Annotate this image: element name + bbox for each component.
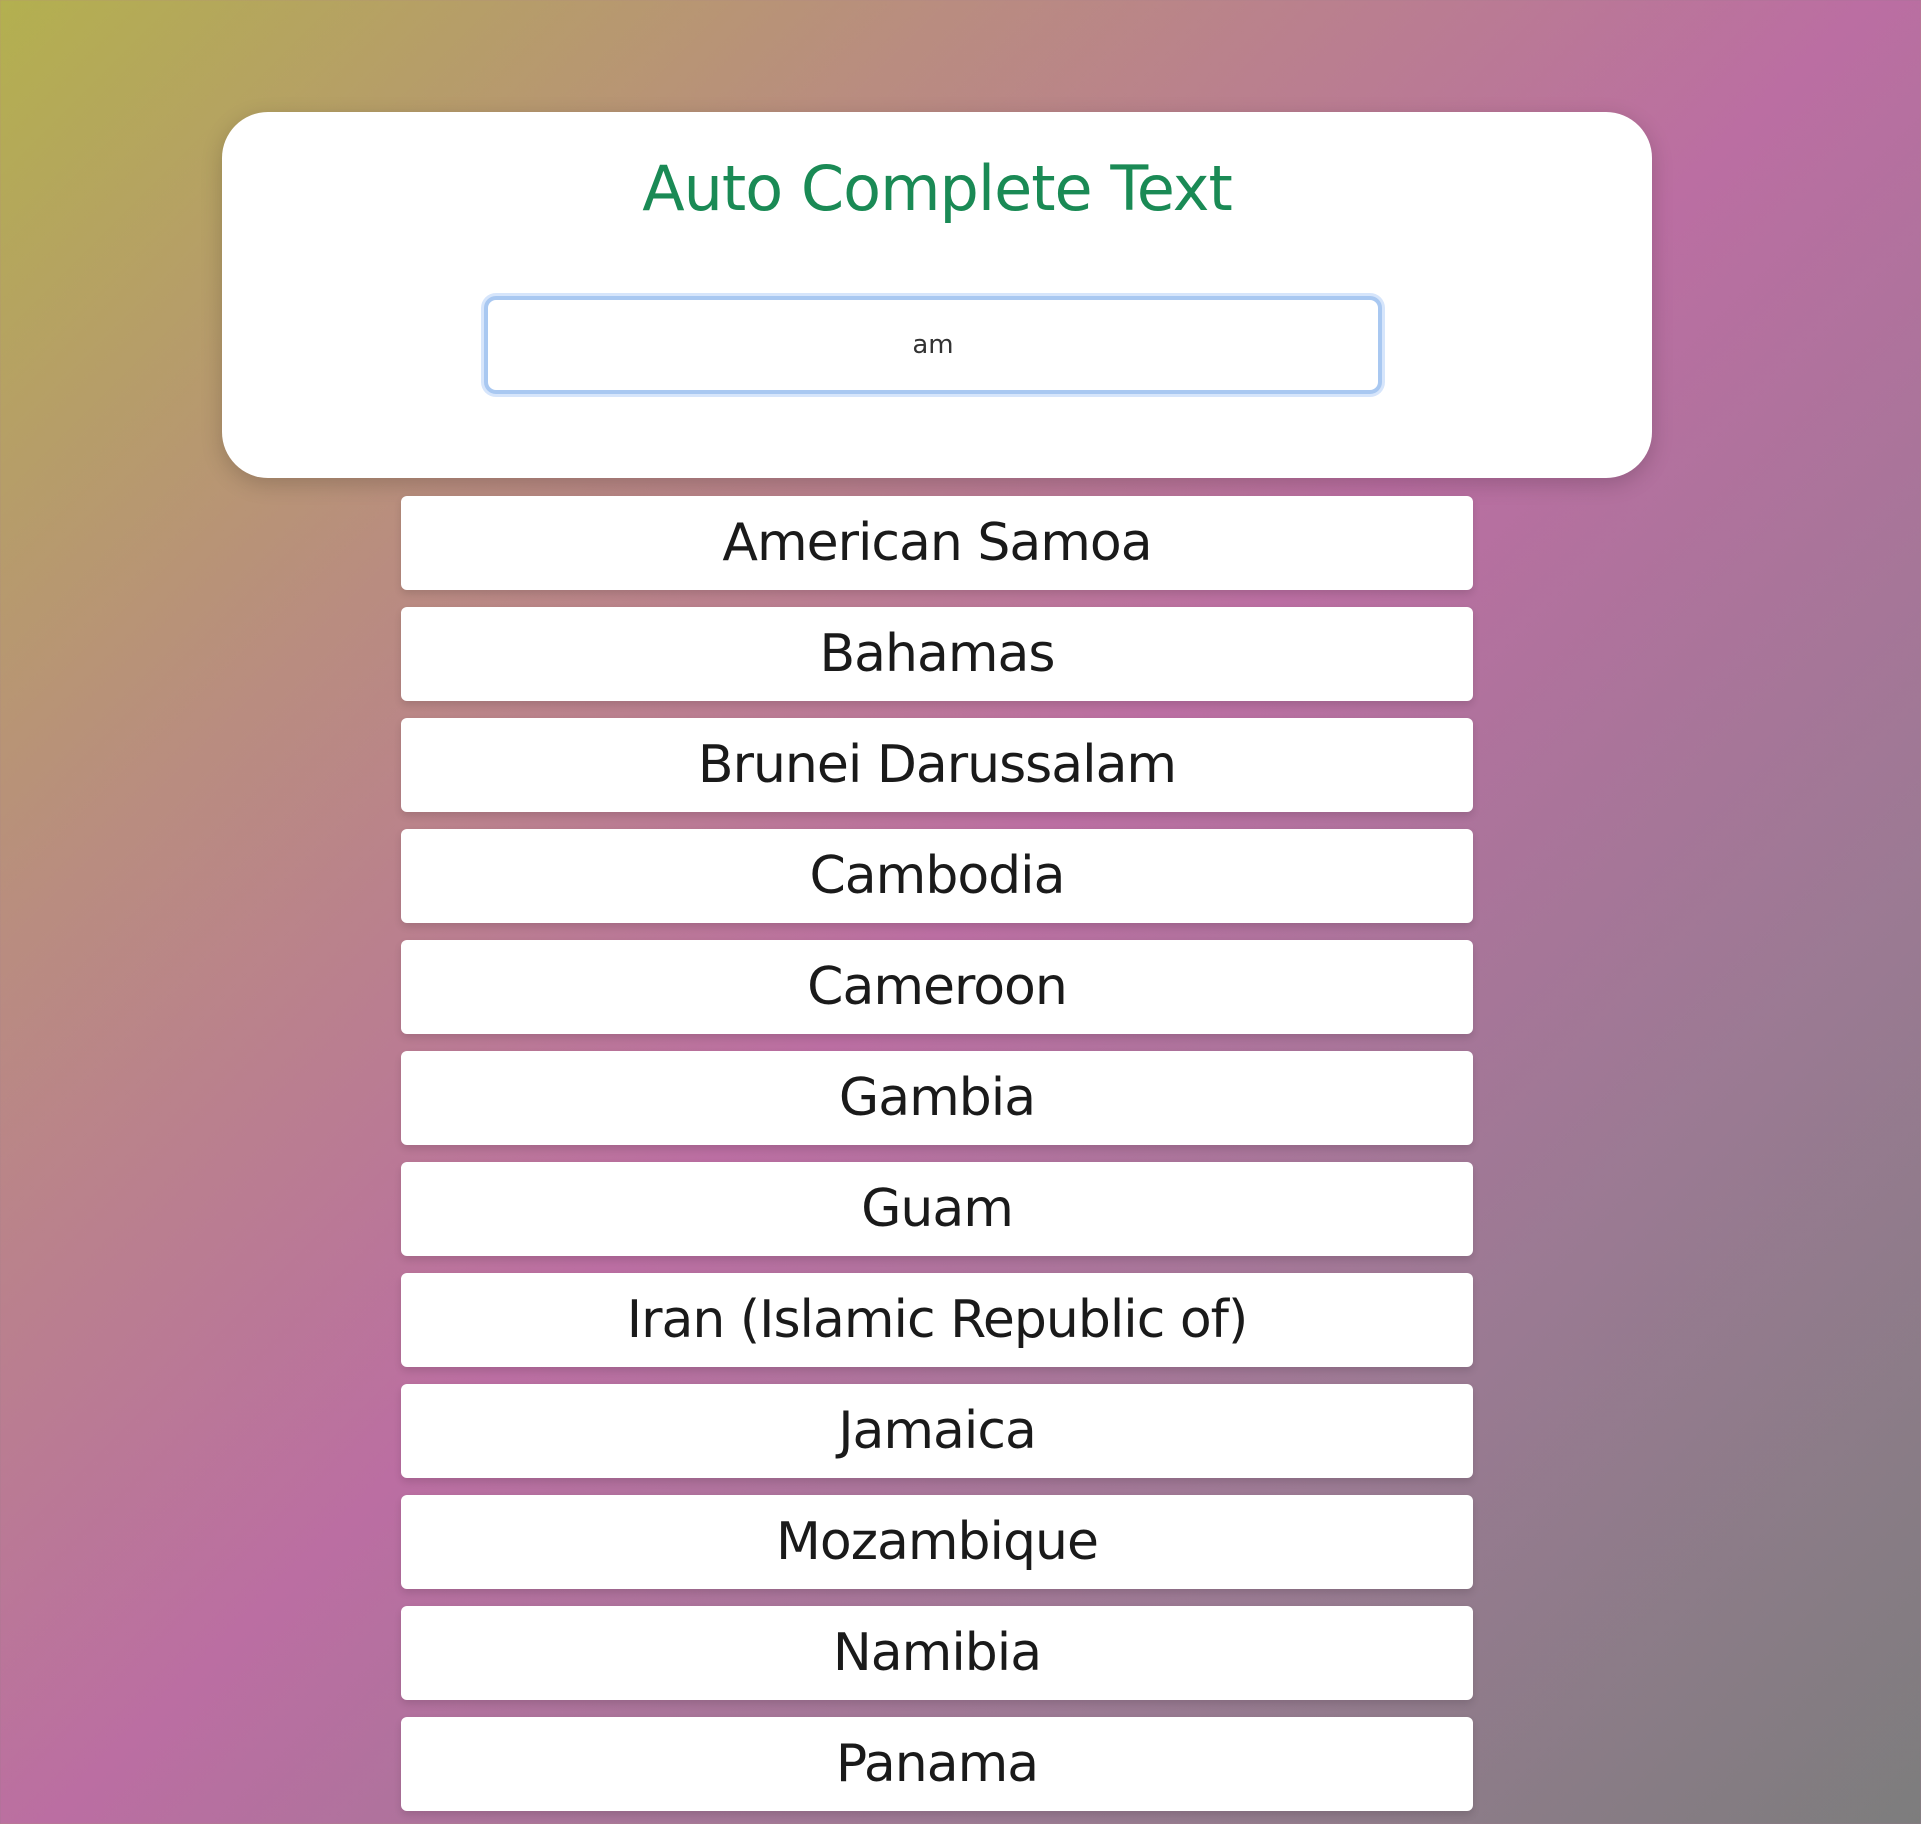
suggestion-label: Bahamas xyxy=(819,624,1056,684)
suggestion-item[interactable]: Bahamas xyxy=(401,607,1473,701)
suggestion-item[interactable]: Guam xyxy=(401,1162,1473,1256)
suggestion-label: Cambodia xyxy=(809,846,1066,906)
suggestion-label: Cameroon xyxy=(807,957,1068,1017)
suggestion-item[interactable]: Cambodia xyxy=(401,829,1473,923)
suggestion-item[interactable]: Namibia xyxy=(401,1606,1473,1700)
suggestion-label: Gambia xyxy=(838,1068,1036,1128)
suggestion-item[interactable]: Jamaica xyxy=(401,1384,1473,1478)
search-input[interactable] xyxy=(484,296,1382,394)
suggestion-label: Guam xyxy=(861,1179,1014,1239)
suggestion-label: Brunei Darussalam xyxy=(697,735,1177,795)
suggestion-label: Namibia xyxy=(832,1623,1042,1683)
suggestion-label: American Samoa xyxy=(722,513,1152,573)
suggestion-label: Jamaica xyxy=(838,1401,1037,1461)
suggestion-label: Iran (Islamic Republic of) xyxy=(626,1290,1248,1350)
suggestion-item[interactable]: Brunei Darussalam xyxy=(401,718,1473,812)
suggestion-item[interactable]: Cameroon xyxy=(401,940,1473,1034)
suggestion-list: American Samoa Bahamas Brunei Darussalam… xyxy=(401,496,1473,1824)
suggestion-label: Mozambique xyxy=(776,1512,1099,1572)
page-title: Auto Complete Text xyxy=(642,152,1233,225)
suggestion-item[interactable]: Gambia xyxy=(401,1051,1473,1145)
suggestion-label: Panama xyxy=(835,1734,1039,1794)
suggestion-item[interactable]: Mozambique xyxy=(401,1495,1473,1589)
suggestion-item[interactable]: Panama xyxy=(401,1717,1473,1811)
suggestion-item[interactable]: American Samoa xyxy=(401,496,1473,590)
suggestion-item[interactable]: Iran (Islamic Republic of) xyxy=(401,1273,1473,1367)
autocomplete-card: Auto Complete Text xyxy=(222,112,1652,478)
